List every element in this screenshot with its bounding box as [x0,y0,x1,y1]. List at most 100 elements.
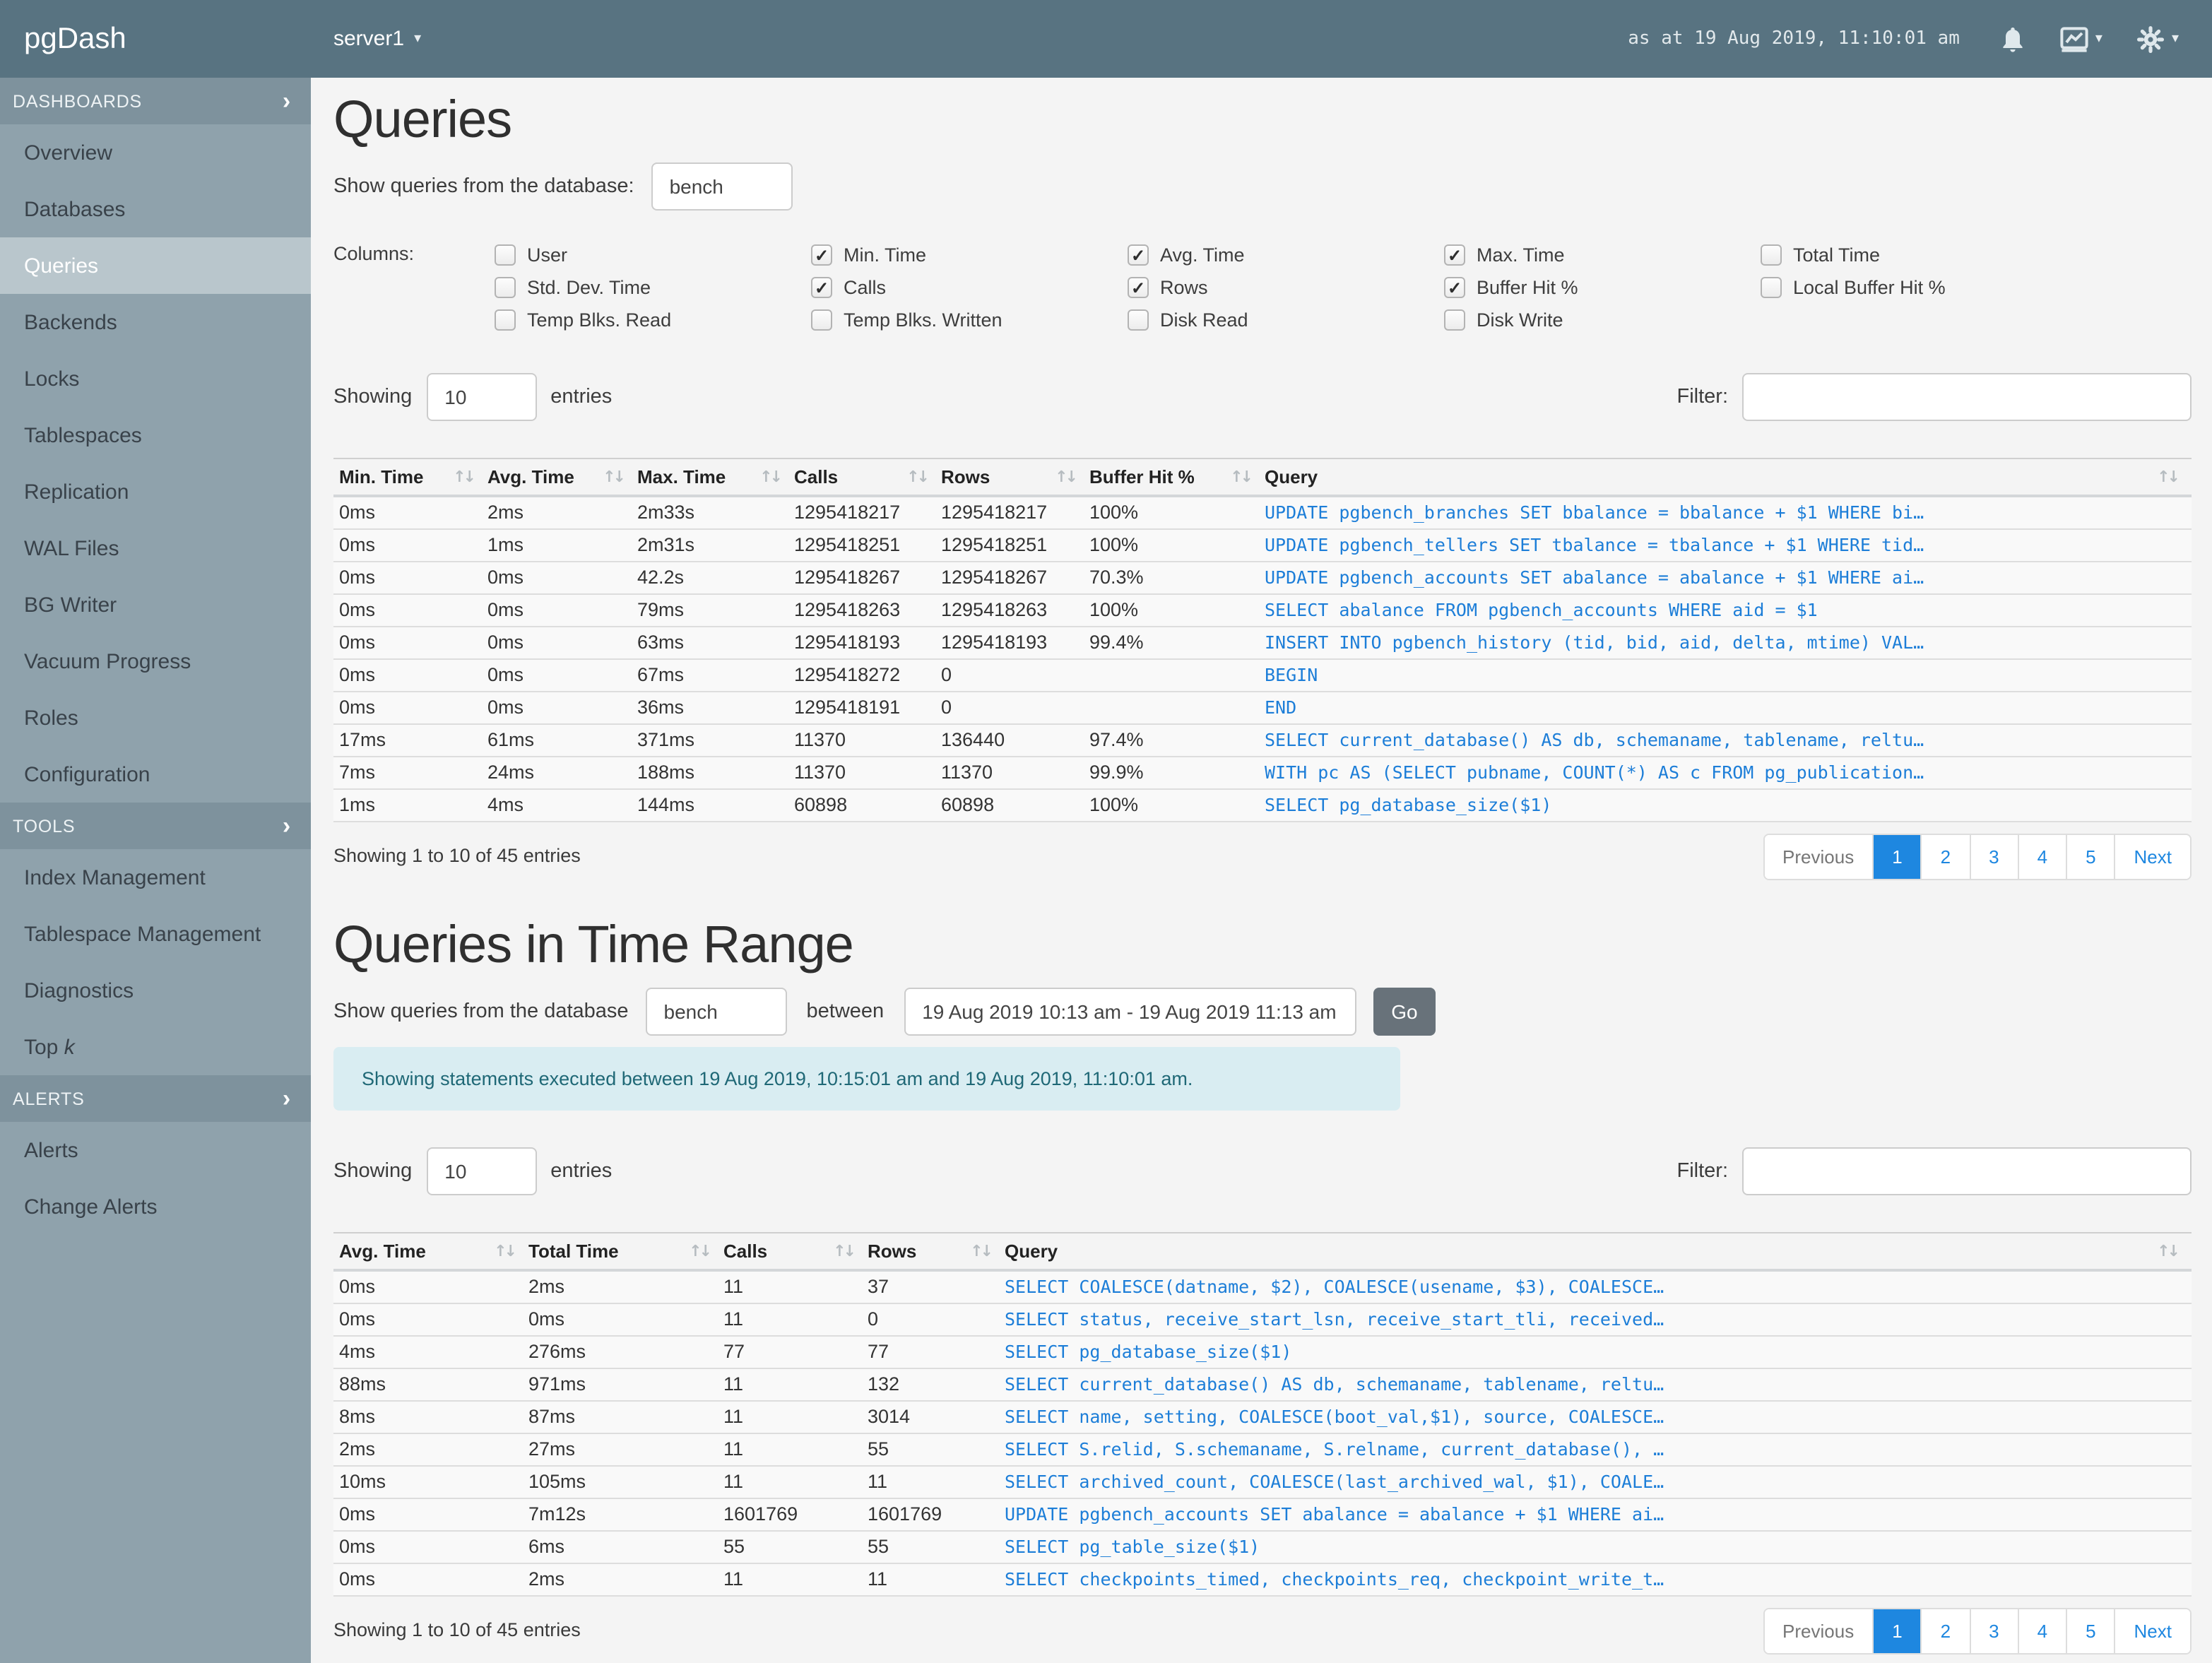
checkbox-disk-write[interactable]: Disk Write [1444,304,1761,336]
sort-icon[interactable]: ↑↓ [1055,468,1078,486]
sidebar-item-databases[interactable]: Databases [0,181,311,237]
pagination-page-2[interactable]: 2 [1920,835,1970,879]
pagination-next[interactable]: Next [2114,1609,2190,1653]
checkbox-box[interactable] [1444,244,1465,266]
sort-icon[interactable]: ↑↓ [759,468,783,486]
column-header-avg-time[interactable]: Avg. Time ↑↓ [333,1232,528,1272]
checkbox-box[interactable] [1444,309,1465,331]
database-input[interactable] [651,162,793,211]
checkbox-max-time[interactable]: Max. Time [1444,239,1761,271]
query-link[interactable]: SELECT current_database() AS db, scheman… [1005,1373,1664,1395]
column-header-rows[interactable]: Rows ↑↓ [868,1232,1005,1272]
column-header-max-time[interactable]: Max. Time ↑↓ [637,458,794,497]
sidebar-item-top-k[interactable]: Top k [0,1019,311,1075]
checkbox-box[interactable] [1128,309,1149,331]
sort-icon[interactable]: ↑↓ [906,468,930,486]
go-button[interactable]: Go [1373,988,1436,1036]
sidebar-section-alerts[interactable]: ALERTS › [0,1075,311,1122]
column-header-avg-time[interactable]: Avg. Time ↑↓ [487,458,637,497]
query-link[interactable]: SELECT status, receive_start_lsn, receiv… [1005,1308,1664,1330]
pagination-page-1[interactable]: 1 [1872,1609,1921,1653]
column-header-min-time[interactable]: Min. Time ↑↓ [333,458,487,497]
checkbox-local-buffer-hit[interactable]: Local Buffer Hit % [1761,271,2077,304]
checkbox-user[interactable]: User [495,239,811,271]
query-link[interactable]: SELECT pg_database_size($1) [1265,794,1551,815]
sidebar-item-roles[interactable]: Roles [0,690,311,746]
sort-icon[interactable]: ↑↓ [2157,1242,2180,1260]
query-link[interactable]: SELECT pg_database_size($1) [1005,1341,1291,1362]
sidebar-item-change-alerts[interactable]: Change Alerts [0,1178,311,1235]
query-link[interactable]: UPDATE pgbench_accounts SET abalance = a… [1005,1503,1664,1525]
pagination-page-5[interactable]: 5 [2066,1609,2115,1653]
checkbox-box[interactable] [811,309,832,331]
checkbox-box[interactable] [1761,244,1782,266]
checkbox-temp-blks-read[interactable]: Temp Blks. Read [495,304,811,336]
sidebar-item-replication[interactable]: Replication [0,463,311,520]
sidebar-item-diagnostics[interactable]: Diagnostics [0,962,311,1019]
query-link[interactable]: WITH pc AS (SELECT pubname, COUNT(*) AS … [1265,762,1924,783]
checkbox-min-time[interactable]: Min. Time [811,239,1128,271]
sort-icon[interactable]: ↑↓ [833,1242,856,1260]
sidebar-item-queries[interactable]: Queries [0,237,311,294]
charts-menu-button[interactable]: ▾ [2060,26,2102,52]
sidebar-item-wal-files[interactable]: WAL Files [0,520,311,576]
column-header-calls[interactable]: Calls ↑↓ [794,458,941,497]
pagination-page-1[interactable]: 1 [1872,835,1921,879]
page-size-input-2[interactable] [426,1147,537,1195]
query-link[interactable]: BEGIN [1265,664,1318,685]
column-header-total-time[interactable]: Total Time ↑↓ [528,1232,723,1272]
column-header-buffer-hit[interactable]: Buffer Hit % ↑↓ [1089,458,1265,497]
sort-icon[interactable]: ↑↓ [2157,468,2180,486]
query-link[interactable]: UPDATE pgbench_accounts SET abalance = a… [1265,567,1924,588]
query-link[interactable]: SELECT checkpoints_timed, checkpoints_re… [1005,1568,1664,1590]
query-link[interactable]: SELECT archived_count, COALESCE(last_arc… [1005,1471,1664,1492]
checkbox-box[interactable] [1444,277,1465,298]
sidebar-section-tools[interactable]: TOOLS › [0,803,311,849]
sidebar-item-alerts[interactable]: Alerts [0,1122,311,1178]
checkbox-rows[interactable]: Rows [1128,271,1444,304]
query-link[interactable]: UPDATE pgbench_branches SET bbalance = b… [1265,502,1924,523]
sidebar-item-backends[interactable]: Backends [0,294,311,350]
pagination-previous[interactable]: Previous [1764,1609,1873,1653]
query-link[interactable]: INSERT INTO pgbench_history (tid, bid, a… [1265,632,1924,653]
checkbox-box[interactable] [495,277,516,298]
checkbox-temp-blks-written[interactable]: Temp Blks. Written [811,304,1128,336]
pagination-next[interactable]: Next [2114,835,2190,879]
pagination-page-2[interactable]: 2 [1920,1609,1970,1653]
column-header-rows[interactable]: Rows ↑↓ [941,458,1089,497]
pagination-previous[interactable]: Previous [1764,835,1873,879]
query-link[interactable]: SELECT current_database() AS db, scheman… [1265,729,1924,750]
notifications-button[interactable] [1999,25,2026,53]
sidebar-item-configuration[interactable]: Configuration [0,746,311,803]
sidebar-item-tablespaces[interactable]: Tablespaces [0,407,311,463]
sidebar-item-vacuum-progress[interactable]: Vacuum Progress [0,633,311,690]
sort-icon[interactable]: ↑↓ [970,1242,993,1260]
sidebar-item-bg-writer[interactable]: BG Writer [0,576,311,633]
checkbox-box[interactable] [811,277,832,298]
checkbox-box[interactable] [1128,277,1149,298]
pagination-page-5[interactable]: 5 [2066,835,2115,879]
checkbox-avg-time[interactable]: Avg. Time [1128,239,1444,271]
sort-icon[interactable]: ↑↓ [689,1242,712,1260]
sort-icon[interactable]: ↑↓ [453,468,476,486]
checkbox-box[interactable] [811,244,832,266]
server-selector[interactable]: server1 ▾ [333,27,421,51]
database-input-2[interactable] [645,988,787,1036]
column-header-query[interactable]: Query ↑↓ [1265,458,2192,497]
time-range-input[interactable] [904,988,1356,1036]
checkbox-calls[interactable]: Calls [811,271,1128,304]
pagination-page-4[interactable]: 4 [2017,835,2066,879]
sidebar-item-tablespace-management[interactable]: Tablespace Management [0,906,311,962]
checkbox-box[interactable] [1761,277,1782,298]
checkbox-box[interactable] [495,309,516,331]
filter-input-2[interactable] [1742,1147,2192,1195]
sort-icon[interactable]: ↑↓ [1230,468,1253,486]
query-link[interactable]: SELECT S.relid, S.schemaname, S.relname,… [1005,1438,1664,1460]
checkbox-buffer-hit[interactable]: Buffer Hit % [1444,271,1761,304]
checkbox-box[interactable] [1128,244,1149,266]
sort-icon[interactable]: ↑↓ [603,468,626,486]
sidebar-section-dashboards[interactable]: DASHBOARDS › [0,78,311,124]
sidebar-item-index-management[interactable]: Index Management [0,849,311,906]
sidebar-item-locks[interactable]: Locks [0,350,311,407]
checkbox-total-time[interactable]: Total Time [1761,239,2077,271]
